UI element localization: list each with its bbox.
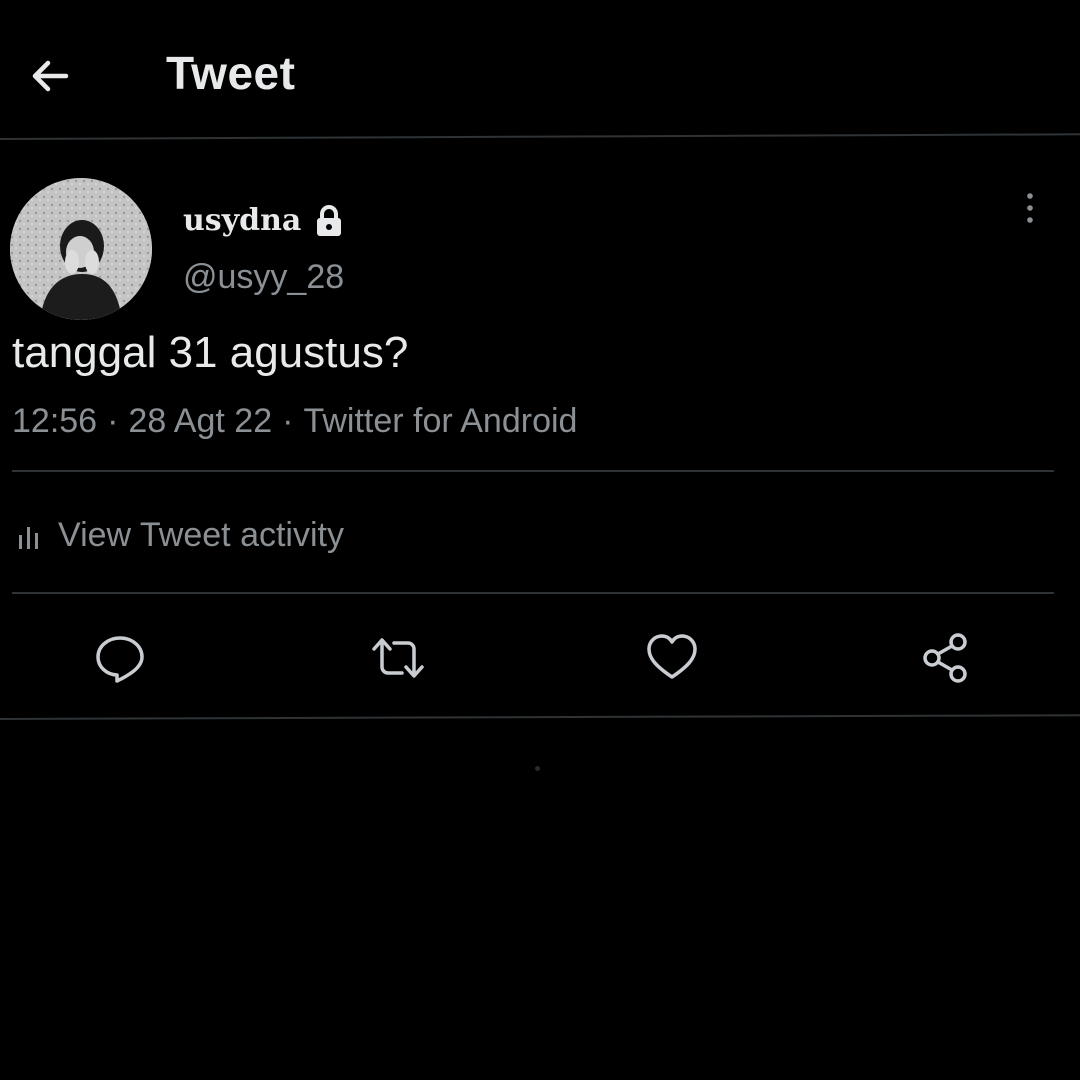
author-display-name[interactable]: usydna xyxy=(183,203,301,238)
retweet-button[interactable] xyxy=(366,626,430,690)
tweet-text: tanggal 31 agustus? xyxy=(12,328,409,377)
more-vertical-icon xyxy=(1027,193,1033,223)
like-button[interactable] xyxy=(640,626,704,690)
arrow-left-icon xyxy=(32,60,69,92)
reply-button[interactable] xyxy=(88,626,152,690)
meta-divider xyxy=(12,470,1054,472)
loading-dot xyxy=(535,766,540,771)
author-handle[interactable]: @usyy_28 xyxy=(183,258,344,297)
meta-separator: · xyxy=(282,402,294,440)
avatar[interactable] xyxy=(10,178,152,320)
author-name-row: usydna xyxy=(183,203,345,238)
reply-icon xyxy=(96,636,144,683)
meta-separator: · xyxy=(107,402,119,440)
activity-divider xyxy=(12,592,1054,594)
page-title: Tweet xyxy=(166,47,296,99)
view-tweet-activity-link[interactable]: View Tweet activity xyxy=(16,516,344,555)
back-button[interactable] xyxy=(22,48,78,104)
more-options-button[interactable] xyxy=(1014,186,1046,230)
heart-icon xyxy=(647,634,697,679)
tweet-source[interactable]: Twitter for Android xyxy=(303,402,577,440)
activity-label: View Tweet activity xyxy=(58,516,344,554)
retweet-icon xyxy=(372,638,424,678)
actions-divider xyxy=(0,714,1080,720)
bar-chart-icon xyxy=(19,526,38,549)
tweet-date[interactable]: 28 Agt 22 xyxy=(128,402,272,440)
tweet-meta: 12:56 · 28 Agt 22 · Twitter for Android xyxy=(12,402,577,441)
lock-icon xyxy=(317,204,342,236)
top-bar: Tweet xyxy=(0,0,1080,140)
tweet-time[interactable]: 12:56 xyxy=(12,402,97,440)
share-button[interactable] xyxy=(914,626,978,690)
share-icon xyxy=(923,633,967,683)
